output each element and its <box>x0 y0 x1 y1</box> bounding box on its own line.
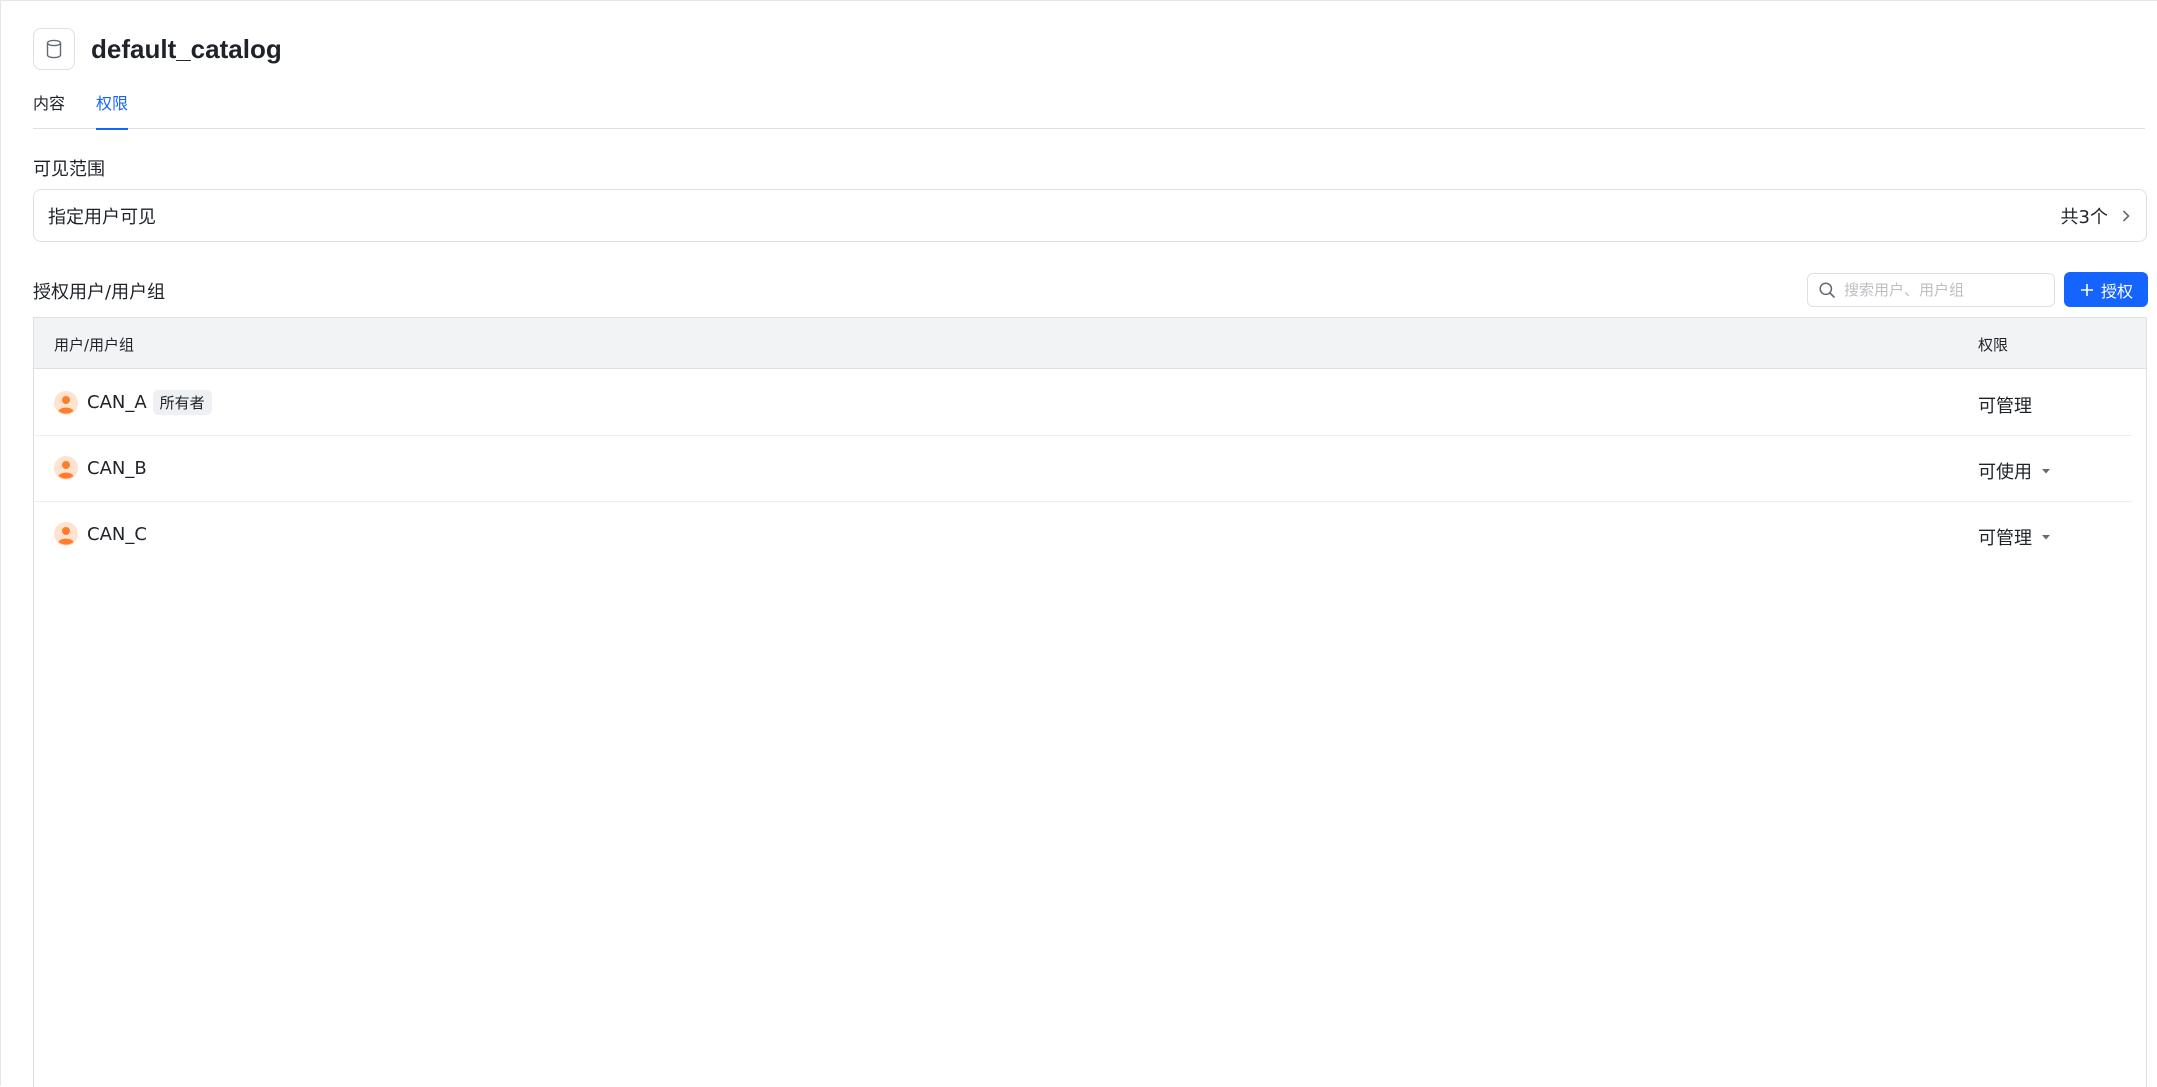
visibility-count: 共3个 <box>2061 203 2132 229</box>
search-icon <box>1819 282 1835 298</box>
caret-down-icon <box>2042 469 2050 474</box>
column-header-permission: 权限 <box>1978 336 2009 354</box>
table-header: 用户/用户组 权限 <box>34 318 2146 369</box>
user-name: CAN_B <box>87 457 147 479</box>
column-header-user: 用户/用户组 <box>54 336 135 354</box>
caret-down-icon <box>2042 535 2050 540</box>
catalog-permissions-page: default_catalog 内容 权限 可见范围 指定用户可见 共3个 授权… <box>0 0 2157 1087</box>
page-title: default_catalog <box>91 33 282 64</box>
search-box <box>1807 273 2055 307</box>
user-cell: CAN_A 所有者 <box>54 390 212 415</box>
user-avatar-icon <box>54 522 78 546</box>
permission-label: 可管理 <box>1978 528 2032 549</box>
user-cell: CAN_C <box>54 522 147 546</box>
user-avatar-icon <box>54 456 78 480</box>
owner-badge: 所有者 <box>152 390 212 415</box>
visibility-value: 指定用户可见 <box>48 206 156 228</box>
permission-label: 可使用 <box>1978 462 2032 483</box>
permission-label: 可管理 <box>1978 396 2032 417</box>
user-avatar-icon <box>54 390 78 415</box>
grant-button-label: 授权 <box>2100 283 2133 301</box>
tab-content[interactable]: 内容 <box>33 89 65 129</box>
permission-dropdown[interactable]: 可管理 <box>1978 524 2052 550</box>
permission-dropdown[interactable]: 可使用 <box>1978 458 2052 484</box>
tab-permissions[interactable]: 权限 <box>96 89 129 130</box>
page-header: default_catalog <box>33 28 282 70</box>
chevron-right-icon <box>2122 209 2130 222</box>
visibility-section-label: 可见范围 <box>33 159 105 180</box>
table-row: CAN_A 所有者 可管理 <box>34 370 2132 436</box>
plus-icon <box>2080 283 2093 296</box>
visibility-selector[interactable]: 指定用户可见 共3个 <box>33 189 2147 242</box>
user-name: CAN_C <box>87 523 147 545</box>
authorization-section-label: 授权用户/用户组 <box>33 282 166 303</box>
user-name: CAN_A <box>87 392 147 413</box>
grant-button[interactable]: 授权 <box>2064 272 2148 307</box>
tab-bar: 内容 权限 <box>33 89 2145 130</box>
table-row: CAN_C 可管理 <box>34 502 2132 568</box>
user-cell: CAN_B <box>54 456 147 480</box>
database-icon <box>33 28 75 70</box>
permission-value: 可管理 <box>1978 392 2032 418</box>
visibility-count-text: 共3个 <box>2060 206 2108 228</box>
authorization-table: 用户/用户组 权限 CAN_A 所有者 可管理 CAN_B 可使用 CAN_C … <box>33 317 2147 1087</box>
table-row: CAN_B 可使用 <box>34 436 2132 502</box>
search-input[interactable] <box>1844 281 2044 299</box>
